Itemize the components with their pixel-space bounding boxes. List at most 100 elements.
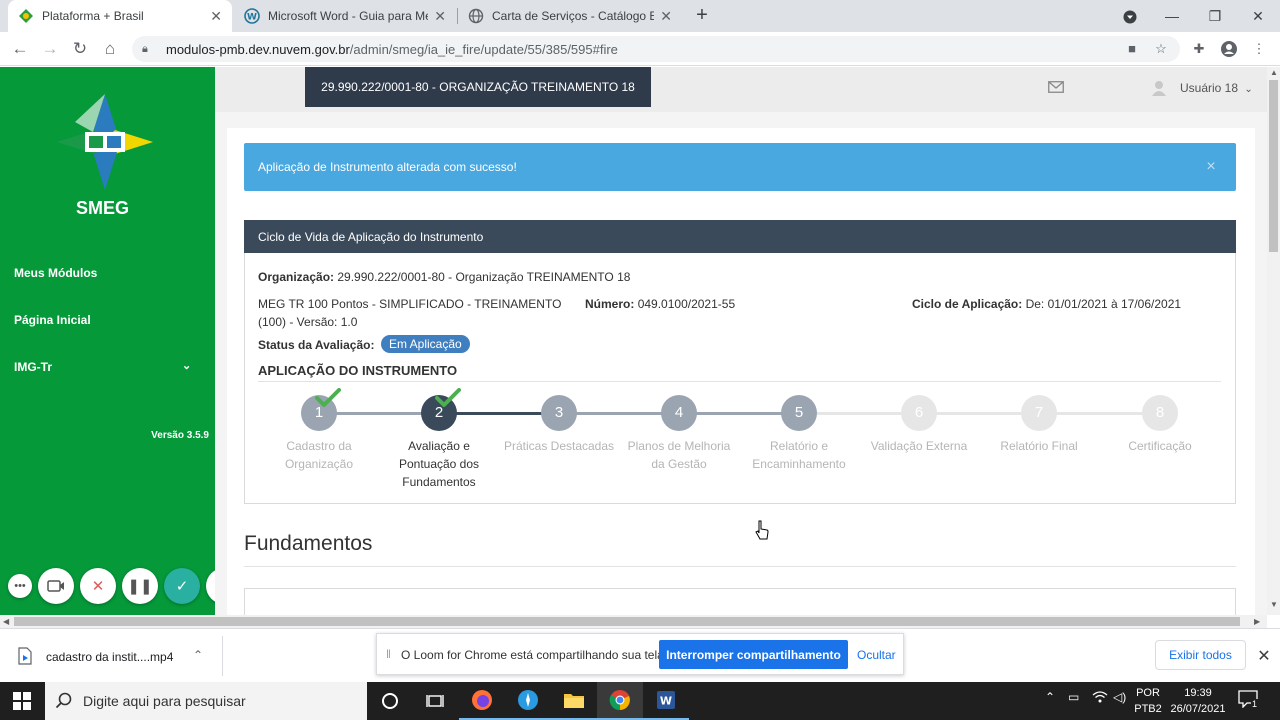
wifi-icon[interactable]: [1092, 690, 1108, 707]
step-label-line: Organização: [284, 457, 354, 471]
step-3-circle[interactable]: 3: [541, 395, 577, 431]
address-bar[interactable]: 🔒︎ modulos-pmb.dev.nuvem.gov.br/admin/sm…: [132, 36, 1180, 62]
numero-info: Número: 049.0100/2021-55: [585, 297, 735, 311]
svg-text:W: W: [247, 13, 257, 23]
step-4-circle[interactable]: 4: [661, 395, 697, 431]
tab-microsoft-word-guia[interactable]: W Microsoft Word - Guia para Melh ✕: [234, 0, 456, 32]
alert-close-icon[interactable]: ×: [1204, 158, 1218, 175]
scroll-left-arrow-icon[interactable]: ◀: [3, 617, 9, 626]
instrument-name-line2: (100) - Versão: 1.0: [258, 315, 358, 329]
safari-style-taskbar-icon[interactable]: [505, 682, 551, 720]
fundamentos-divider: [244, 566, 1236, 567]
loom-camera-button[interactable]: [38, 568, 74, 604]
speaker-icon[interactable]: ◁): [1113, 690, 1126, 704]
loom-more-button[interactable]: •••: [8, 574, 32, 598]
restore-icon[interactable]: ❐: [1195, 0, 1235, 32]
loom-finish-button[interactable]: ✓: [164, 568, 200, 604]
user-menu[interactable]: Usuário 18 ⌄: [1180, 81, 1253, 95]
taskbar-clock[interactable]: 19:39 26/07/2021: [1168, 685, 1228, 717]
close-icon[interactable]: ✕: [1256, 646, 1272, 665]
show-all-downloads-button[interactable]: Exibir todos: [1155, 640, 1246, 670]
wordpress-favicon-icon: W: [244, 8, 260, 24]
scroll-up-arrow-icon[interactable]: ▲: [1270, 68, 1278, 77]
numero-label: Número:: [585, 297, 635, 311]
language-indicator[interactable]: POR PTB2: [1134, 685, 1162, 717]
notification-count: 1: [1251, 699, 1259, 709]
reload-icon[interactable]: ↻: [68, 37, 92, 61]
sidebar-item-pagina-inicial[interactable]: Página Inicial: [14, 313, 204, 327]
alert-message: Aplicação de Instrumento alterada com su…: [258, 160, 517, 174]
url-host: modulos-pmb.dev.nuvem.gov.br: [166, 41, 350, 57]
download-item[interactable]: cadastro da instit....mp4: [46, 650, 173, 664]
sidebar-item-meus-modulos[interactable]: Meus Módulos: [14, 266, 204, 280]
step-3-label: Práticas Destacadas: [499, 437, 619, 455]
close-icon[interactable]: ✕: [660, 8, 672, 25]
taskbar-search-input[interactable]: Digite aqui para pesquisar: [45, 682, 367, 720]
status-label: Status da Avaliação:: [258, 338, 375, 352]
fundamentos-panel: [244, 588, 1236, 615]
notification-center-icon[interactable]: 1: [1238, 690, 1262, 712]
step-5-circle[interactable]: 5: [781, 395, 817, 431]
tray-chevron-up-icon[interactable]: ⌃: [1045, 690, 1055, 704]
brand-name: SMEG: [75, 198, 129, 218]
scroll-right-arrow-icon[interactable]: ▶: [1254, 617, 1260, 626]
windows-start-icon[interactable]: [13, 692, 31, 710]
task-view-icon[interactable]: [413, 682, 459, 720]
loom-pause-button[interactable]: ❚❚: [122, 568, 158, 604]
user-name: Usuário 18: [1180, 81, 1239, 95]
tab-plataforma-brasil[interactable]: Plataforma + Brasil ✕: [8, 0, 232, 32]
hide-banner-button[interactable]: Ocultar: [857, 648, 896, 662]
section-title: APLICAÇÃO DO INSTRUMENTO: [258, 363, 458, 378]
step-6-circle[interactable]: 6: [901, 395, 937, 431]
profile-menu-icon[interactable]: [1110, 0, 1150, 32]
account-avatar-icon[interactable]: [1221, 41, 1237, 57]
keyboard-layout: PTB2: [1134, 703, 1162, 715]
bookmark-star-icon[interactable]: ☆: [1153, 41, 1169, 57]
close-icon[interactable]: ✕: [434, 8, 446, 25]
loom-cancel-button[interactable]: ✕: [80, 568, 116, 604]
stop-sharing-button[interactable]: Interromper compartilhamento: [659, 640, 848, 669]
chevron-up-icon[interactable]: ⌃: [193, 648, 203, 662]
chrome-menu-icon[interactable]: ⋮: [1251, 41, 1267, 57]
url-path: /admin/smeg/ia_ie_fire/update/55/385/595…: [349, 41, 618, 57]
window-close-icon[interactable]: ✕: [1238, 0, 1278, 32]
download-divider: [222, 636, 223, 676]
new-tab-button[interactable]: +: [690, 4, 714, 28]
pause-icon: ❚❚: [127, 578, 153, 595]
language-code: POR: [1136, 687, 1160, 699]
file-explorer-icon[interactable]: [551, 682, 597, 720]
scroll-down-arrow-icon[interactable]: ▼: [1270, 600, 1278, 609]
forward-arrow-icon[interactable]: →: [38, 37, 62, 61]
step-8-circle[interactable]: 8: [1142, 395, 1178, 431]
camera-icon[interactable]: ■: [1124, 41, 1140, 57]
step-6-label: Validação Externa: [859, 437, 979, 455]
minimize-icon[interactable]: —: [1152, 0, 1192, 32]
chrome-taskbar-icon[interactable]: [597, 682, 643, 720]
vertical-scroll-thumb[interactable]: [1269, 80, 1278, 252]
back-arrow-icon[interactable]: ←: [8, 37, 32, 61]
step-label-line: Relatório e: [769, 439, 829, 453]
step-label-line: Validação Externa: [870, 439, 968, 453]
tab-title: Carta de Serviços - Catálogo Elet: [492, 9, 655, 23]
organization-chip[interactable]: 29.990.222/0001-80 - ORGANIZAÇÃO TREINAM…: [305, 67, 651, 107]
drag-handle-icon[interactable]: ‖: [386, 647, 391, 661]
firefox-taskbar-icon[interactable]: [459, 682, 505, 720]
step-label-line: Encaminhamento: [752, 457, 846, 471]
home-icon[interactable]: ⌂: [98, 37, 122, 61]
numero-value: 049.0100/2021-55: [637, 297, 736, 311]
sidebar-item-img-tr[interactable]: IMG-Tr ⌄: [14, 360, 204, 374]
user-avatar-icon[interactable]: [1152, 80, 1166, 96]
mail-icon[interactable]: [1048, 80, 1064, 94]
word-taskbar-icon[interactable]: W: [643, 682, 689, 720]
horizontal-scroll-thumb[interactable]: [14, 617, 1240, 626]
extensions-puzzle-icon[interactable]: ✚: [1191, 41, 1207, 57]
check-icon: [435, 388, 461, 408]
cortana-circle-icon[interactable]: [367, 682, 413, 720]
camera-icon: [47, 580, 64, 592]
ciclo-value: De: 01/01/2021 à 17/06/2021: [1025, 297, 1182, 311]
close-icon[interactable]: ✕: [210, 8, 222, 25]
step-7-circle[interactable]: 7: [1021, 395, 1057, 431]
tab-carta-de-servicos[interactable]: Carta de Serviços - Catálogo Elet ✕: [458, 0, 682, 32]
step-label-line: Relatório Final: [1000, 439, 1078, 453]
battery-icon[interactable]: ▭: [1068, 690, 1079, 704]
